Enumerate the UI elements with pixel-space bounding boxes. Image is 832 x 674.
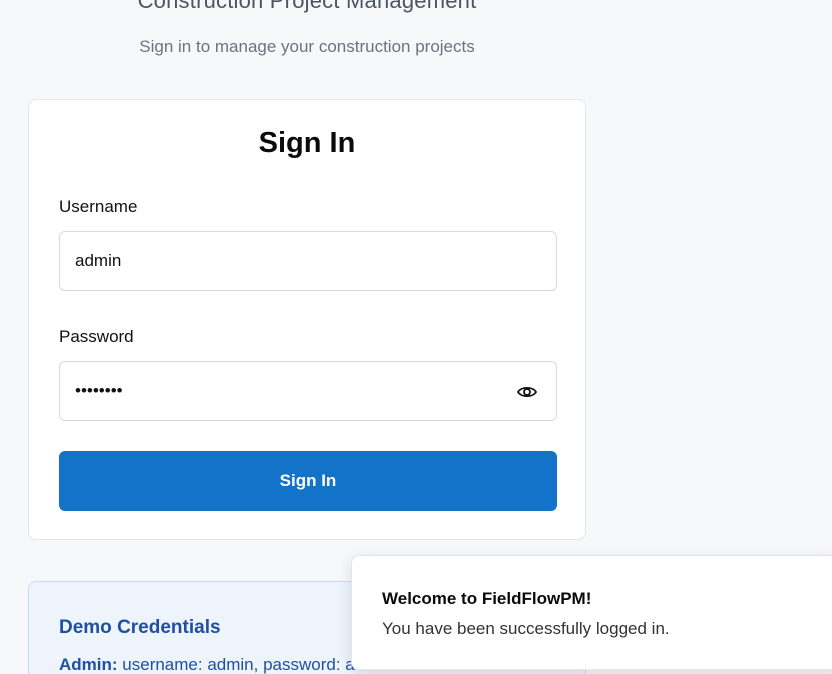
demo-details: username: admin, password: a (122, 655, 355, 674)
password-input[interactable]: •••••••• (59, 361, 557, 421)
welcome-toast[interactable]: Welcome to FieldFlowPM! You have been su… (351, 555, 832, 670)
signin-card: Sign In Username admin Password ••••••••… (28, 99, 586, 540)
login-page: Construction Project Management Sign in … (0, 0, 832, 674)
app-subtitle: Sign in to manage your construction proj… (139, 37, 475, 56)
toast-title: Welcome to FieldFlowPM! (382, 589, 592, 608)
demo-title: Demo Credentials (59, 617, 221, 638)
card-title: Sign In (258, 127, 356, 159)
username-input[interactable]: admin (59, 231, 557, 291)
demo-admin-line: Admin: username: admin, password: a (59, 655, 355, 674)
password-label: Password (59, 327, 134, 346)
username-label: Username (59, 197, 138, 216)
app-title: Construction Project Management (137, 0, 477, 13)
toast-message: You have been successfully logged in. (382, 619, 670, 638)
username-value: admin (75, 251, 122, 270)
signin-button[interactable]: Sign In (59, 451, 557, 511)
demo-role: Admin: (59, 655, 118, 674)
password-value: •••••••• (75, 381, 123, 400)
eye-icon[interactable] (516, 381, 538, 403)
